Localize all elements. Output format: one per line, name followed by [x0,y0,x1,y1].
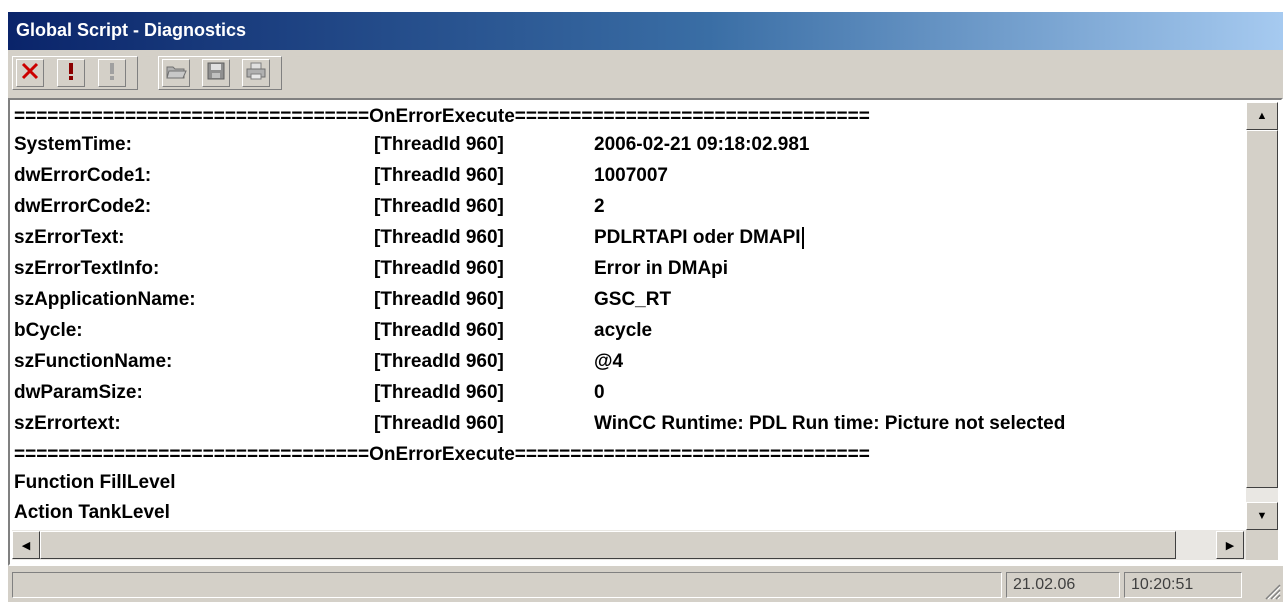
arrow-down-icon: ▼ [1256,510,1268,522]
resize-grip-icon[interactable] [1261,580,1281,600]
vertical-scrollbar[interactable]: ▲ ▼ [1246,102,1278,530]
log-entry-row: dwParamSize: [ThreadId 960] 0 [14,380,1244,406]
priority-high-icon [61,60,81,86]
log-entry-key: szApplicationName: [14,289,196,310]
status-time: 10:20:51 [1124,572,1242,598]
scroll-up-button[interactable]: ▲ [1246,102,1278,130]
log-entry-row: dwErrorCode2: [ThreadId 960] 2 [14,194,1244,220]
separator-top: ================================OnErrorE… [14,106,870,127]
log-entry-key: bCycle: [14,320,83,341]
scroll-down-button[interactable]: ▼ [1246,502,1278,530]
delete-icon [20,61,40,85]
log-entry-thread: [ThreadId 960] [374,320,504,341]
open-button[interactable] [162,59,190,87]
arrow-right-icon: ▶ [1225,539,1235,552]
log-entry-key: szErrorTextInfo: [14,258,160,279]
open-folder-icon [165,61,187,85]
log-entry-key: szErrorText: [14,227,125,248]
log-entry-row: dwErrorCode1: [ThreadId 960] 1007007 [14,163,1244,189]
log-entry-row: szErrortext: [ThreadId 960] WinCC Runtime:… [14,411,1244,437]
text-caret [801,226,804,249]
toolbar [8,50,1283,98]
window-title: Global Script - Diagnostics [16,20,247,40]
log-entry-row: SystemTime: [ThreadId 960] 2006-02-21 09:1… [14,132,1244,158]
log-entry-row: szErrorTextInfo: [ThreadId 960] Error in D… [14,256,1244,282]
log-entry-value: GSC_RT [594,289,672,310]
log-text-area[interactable]: ================================OnErrorE… [12,102,1244,530]
print-button[interactable] [242,59,270,87]
log-entry-value: @4 [594,351,624,372]
separator-bottom: ================================OnErrorE… [14,444,870,465]
log-entry-thread: [ThreadId 960] [374,227,504,248]
priority-high-button[interactable] [57,59,85,87]
log-pane: ================================OnErrorE… [8,98,1283,566]
priority-low-icon [102,60,122,86]
log-entry-thread: [ThreadId 960] [374,258,504,279]
toolbar-group-edit [12,56,138,90]
toolbar-group-file [158,56,282,90]
log-entry-thread: [ThreadId 960] [374,134,504,155]
log-entry-key: SystemTime: [14,134,132,155]
save-button[interactable] [202,59,230,87]
priority-low-button[interactable] [98,59,126,87]
status-date: 21.02.06 [1006,572,1120,598]
horizontal-scroll-thumb[interactable] [40,531,1176,559]
log-entry-thread: [ThreadId 960] [374,165,504,186]
log-entry-value: 1007007 [594,165,668,186]
log-entry-value: Error in DMApi [594,258,729,279]
log-entry-thread: [ThreadId 960] [374,382,504,403]
vertical-scroll-thumb[interactable] [1246,130,1278,488]
save-disk-icon [206,61,226,85]
log-entry-row: bCycle: [ThreadId 960] acycle [14,318,1244,344]
log-entry-value: 2006-02-21 09:18:02.981 [594,134,810,155]
log-entry-thread: [ThreadId 960] [374,413,504,434]
printer-icon [245,61,267,85]
trailer-line-action: Action TankLevel [14,502,170,523]
arrow-up-icon: ▲ [1256,110,1268,122]
log-entry-row: szErrorText: [ThreadId 960] PDLRTAPI oder … [14,225,1244,251]
log-entry-thread: [ThreadId 960] [374,289,504,310]
log-entry-key: szErrortext: [14,413,121,434]
scrollbar-corner [1246,530,1278,560]
horizontal-scrollbar[interactable]: ◀ ▶ [12,530,1246,560]
diagnostics-window: Global Script - Diagnostics ============… [8,12,1283,602]
title-bar[interactable]: Global Script - Diagnostics [8,12,1283,50]
arrow-left-icon: ◀ [21,539,31,552]
status-bar: 21.02.06 10:20:51 [8,566,1283,602]
log-entry-key: dwErrorCode1: [14,165,152,186]
log-entry-row: szApplicationName: [ThreadId 960] GSC_RT [14,287,1244,313]
log-entry-value: 0 [594,382,605,403]
log-entry-value: 2 [594,196,605,217]
trailer-line-function: Function FillLevel [14,472,176,493]
scroll-left-button[interactable]: ◀ [12,531,40,559]
log-entry-row: szFunctionName: [ThreadId 960] @4 [14,349,1244,375]
log-entry-thread: [ThreadId 960] [374,196,504,217]
log-entry-key: dwErrorCode2: [14,196,152,217]
log-entry-value: PDLRTAPI oder DMAPI [594,225,804,251]
log-entry-thread: [ThreadId 960] [374,351,504,372]
status-message-pane [12,572,1002,598]
log-entry-value: acycle [594,320,653,341]
log-entry-value: WinCC Runtime: PDL Run time: Picture not… [594,413,1066,434]
delete-button[interactable] [16,59,44,87]
log-entry-key: dwParamSize: [14,382,143,403]
scroll-right-button[interactable]: ▶ [1216,531,1244,559]
log-entry-key: szFunctionName: [14,351,173,372]
